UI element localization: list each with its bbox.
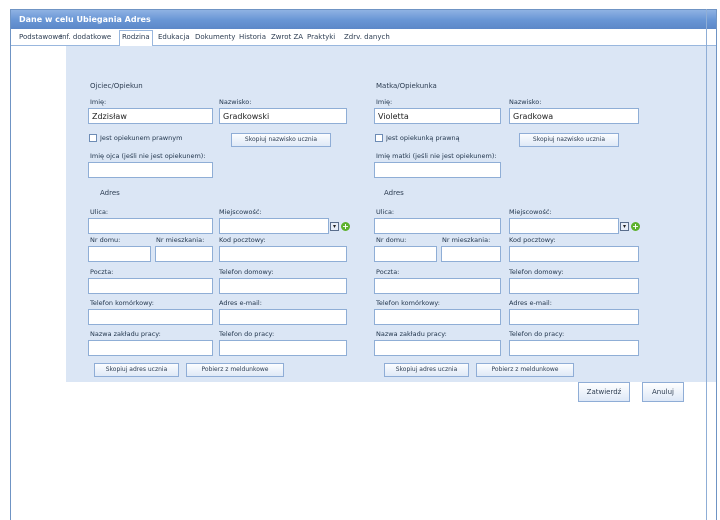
father-flat-label: Nr mieszkania: bbox=[156, 236, 205, 244]
father-copy-address-button[interactable]: Skopiuj adres ucznia bbox=[94, 363, 179, 377]
father-first-name-field[interactable]: Zdzisław bbox=[88, 108, 213, 124]
father-mobile-phone-label: Telefon komórkowy: bbox=[90, 299, 155, 307]
mother-legal-guardian-label: Jest opiekunką prawną bbox=[386, 134, 460, 142]
mother-work-phone-field[interactable] bbox=[509, 340, 639, 356]
mother-email-label: Adres e-mail: bbox=[509, 299, 552, 307]
mother-street-field[interactable] bbox=[374, 218, 501, 234]
mother-street-label: Ulica: bbox=[376, 208, 395, 216]
plus-icon[interactable]: + bbox=[631, 222, 640, 231]
father-email-label: Adres e-mail: bbox=[219, 299, 262, 307]
father-section-title: Ojciec/Opiekun bbox=[90, 82, 143, 90]
mother-first-name-field[interactable]: Violetta bbox=[374, 108, 501, 124]
save-button[interactable]: Zatwierdź bbox=[578, 382, 630, 402]
father-copy-name-button[interactable]: Skopiuj nazwisko ucznia bbox=[231, 133, 331, 147]
father-home-phone-label: Telefon domowy: bbox=[219, 268, 274, 276]
window-right-border bbox=[706, 9, 707, 520]
father-workplace-field[interactable] bbox=[88, 340, 213, 356]
dialog-title: Dane w celu Ubiegania Adres bbox=[11, 10, 716, 29]
mother-address-title: Adres bbox=[384, 189, 404, 197]
tab-edukacja[interactable]: Edukacja bbox=[156, 31, 192, 46]
father-last-name-field[interactable]: Gradkowski bbox=[219, 108, 347, 124]
mother-home-phone-field[interactable] bbox=[509, 278, 639, 294]
tab-zwrot[interactable]: Zwrot ZA bbox=[269, 31, 305, 46]
mother-last-name-field[interactable]: Gradkowa bbox=[509, 108, 639, 124]
father-maiden-name-field[interactable] bbox=[88, 162, 213, 178]
father-house-field[interactable] bbox=[88, 246, 151, 262]
tab-dokumenty[interactable]: Dokumenty bbox=[193, 31, 237, 46]
father-post-label: Poczta: bbox=[90, 268, 114, 276]
father-work-phone-label: Telefon do pracy: bbox=[219, 330, 275, 338]
mother-flat-field[interactable] bbox=[441, 246, 501, 262]
father-city-label: Miejscowość: bbox=[219, 208, 262, 216]
father-house-label: Nr domu: bbox=[90, 236, 121, 244]
chevron-down-icon[interactable]: ▾ bbox=[330, 222, 339, 231]
father-post-field[interactable] bbox=[88, 278, 213, 294]
tab-inf-dodatkowe[interactable]: Inf. dodatkowe bbox=[58, 31, 113, 46]
mother-house-label: Nr domu: bbox=[376, 236, 407, 244]
mother-first-name-label: Imię: bbox=[376, 98, 393, 106]
mother-flat-label: Nr mieszkania: bbox=[442, 236, 491, 244]
father-first-name-label: Imię: bbox=[90, 98, 107, 106]
father-street-label: Ulica: bbox=[90, 208, 109, 216]
mother-extra-button[interactable]: Pobierz z meldunkowe bbox=[476, 363, 574, 377]
mother-mobile-phone-field[interactable] bbox=[374, 309, 501, 325]
cancel-button[interactable]: Anuluj bbox=[642, 382, 684, 402]
father-flat-field[interactable] bbox=[155, 246, 213, 262]
mother-city-select[interactable] bbox=[509, 218, 619, 234]
father-work-phone-field[interactable] bbox=[219, 340, 347, 356]
mother-maiden-name-label: Imię matki (jeśli nie jest opiekunem): bbox=[376, 152, 497, 160]
mother-copy-address-button[interactable]: Skopiuj adres ucznia bbox=[384, 363, 469, 377]
mother-post-field[interactable] bbox=[374, 278, 501, 294]
tab-rodzina[interactable]: Rodzina bbox=[119, 30, 153, 47]
tab-bar: Podstawowe Inf. dodatkowe Rodzina Edukac… bbox=[11, 29, 716, 47]
mother-legal-guardian-checkbox[interactable] bbox=[375, 134, 383, 142]
father-postcode-label: Kod pocztowy: bbox=[219, 236, 266, 244]
father-legal-guardian-label: Jest opiekunem prawnym bbox=[100, 134, 183, 142]
father-email-field[interactable] bbox=[219, 309, 347, 325]
plus-icon[interactable]: + bbox=[341, 222, 350, 231]
father-workplace-label: Nazwa zakładu pracy: bbox=[90, 330, 161, 338]
father-last-name-label: Nazwisko: bbox=[219, 98, 252, 106]
father-legal-guardian-checkbox[interactable] bbox=[89, 134, 97, 142]
mother-house-field[interactable] bbox=[374, 246, 437, 262]
father-home-phone-field[interactable] bbox=[219, 278, 347, 294]
tab-historia[interactable]: Historia bbox=[237, 31, 268, 46]
father-maiden-name-label: Imię ojca (jeśli nie jest opiekunem): bbox=[90, 152, 206, 160]
father-extra-button[interactable]: Pobierz z meldunkowe bbox=[186, 363, 284, 377]
mother-postcode-label: Kod pocztowy: bbox=[509, 236, 556, 244]
father-address-title: Adres bbox=[100, 189, 120, 197]
chevron-down-icon[interactable]: ▾ bbox=[620, 222, 629, 231]
tab-praktyki[interactable]: Praktyki bbox=[305, 31, 337, 46]
mother-post-label: Poczta: bbox=[376, 268, 400, 276]
mother-home-phone-label: Telefon domowy: bbox=[509, 268, 564, 276]
mother-work-phone-label: Telefon do pracy: bbox=[509, 330, 565, 338]
father-city-select[interactable] bbox=[219, 218, 329, 234]
tab-zdrv-danych[interactable]: Zdrv. danych bbox=[342, 31, 392, 46]
family-panel: Ojciec/Opiekun Imię: Zdzisław Nazwisko: … bbox=[66, 46, 716, 382]
dialog-window: Dane w celu Ubiegania Adres Podstawowe I… bbox=[10, 9, 717, 520]
mother-workplace-label: Nazwa zakładu pracy: bbox=[376, 330, 447, 338]
mother-workplace-field[interactable] bbox=[374, 340, 501, 356]
mother-email-field[interactable] bbox=[509, 309, 639, 325]
mother-copy-name-button[interactable]: Skopiuj nazwisko ucznia bbox=[519, 133, 619, 147]
mother-city-label: Miejscowość: bbox=[509, 208, 552, 216]
mother-mobile-phone-label: Telefon komórkowy: bbox=[376, 299, 441, 307]
mother-maiden-name-field[interactable] bbox=[374, 162, 501, 178]
mother-postcode-field[interactable] bbox=[509, 246, 639, 262]
father-mobile-phone-field[interactable] bbox=[88, 309, 213, 325]
mother-last-name-label: Nazwisko: bbox=[509, 98, 542, 106]
mother-section-title: Matka/Opiekunka bbox=[376, 82, 437, 90]
father-postcode-field[interactable] bbox=[219, 246, 347, 262]
father-street-field[interactable] bbox=[88, 218, 213, 234]
